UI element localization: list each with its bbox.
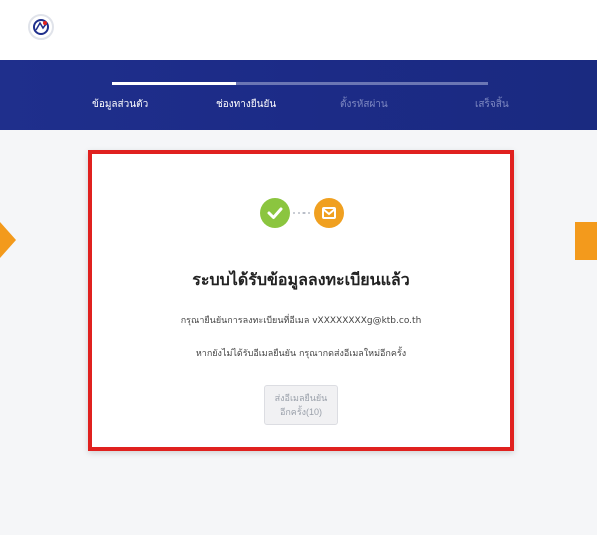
progress-banner: ข้อมูลส่วนตัว ช่องทางยืนยัน ตั้งรหัสผ่าน… xyxy=(0,60,597,130)
connector-dots xyxy=(293,212,310,214)
resend-hint-message: หากยังไม่ได้รับอีเมลยืนยัน กรุณากดส่งอีเ… xyxy=(195,349,407,359)
brand-logo-icon[interactable] xyxy=(28,14,54,40)
check-circle-icon xyxy=(260,198,290,228)
resend-email-button[interactable]: ส่งอีเมลยืนยันอีกครั้ง(10) xyxy=(264,385,338,425)
step-set-password: ตั้งรหัสผ่าน xyxy=(340,99,388,110)
progress-fill xyxy=(112,82,237,85)
top-bar xyxy=(0,0,597,60)
step-complete: เสร็จสิ้น xyxy=(475,99,509,110)
registration-received-card: ระบบได้รับข้อมูลลงทะเบียนแล้ว กรุณายืนยั… xyxy=(88,150,514,451)
email-icon xyxy=(314,198,344,228)
step-verification-channel: ช่องทางยืนยัน xyxy=(216,99,277,110)
step-personal-info: ข้อมูลส่วนตัว xyxy=(92,99,149,110)
verify-email-message: กรุณายืนยันการลงทะเบียนที่อีเมล vXXXXXXX… xyxy=(180,316,422,326)
progress-track xyxy=(112,82,488,85)
right-block-decoration xyxy=(575,222,597,260)
card-title: ระบบได้รับข้อมูลลงทะเบียนแล้ว xyxy=(192,270,410,289)
left-arrow-decoration xyxy=(0,222,16,258)
